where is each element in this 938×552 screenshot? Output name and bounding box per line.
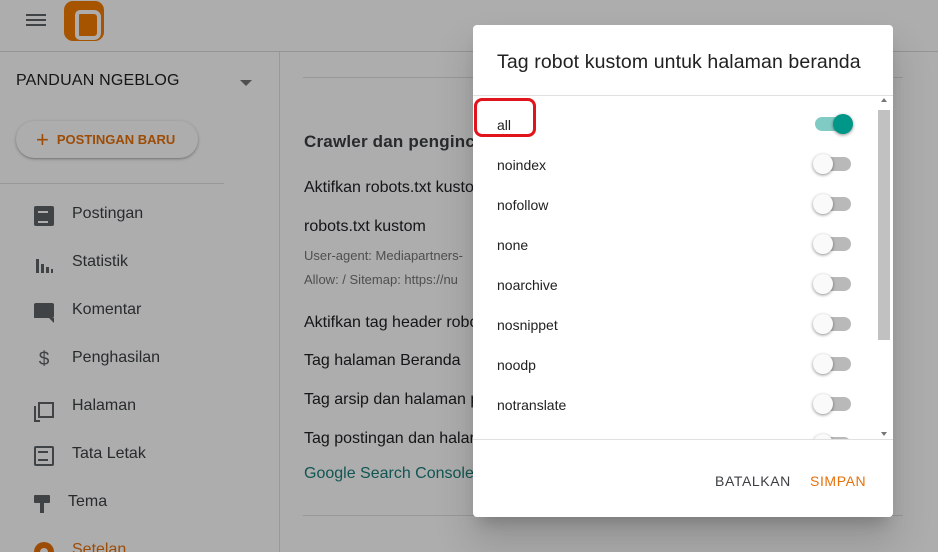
robot-tag-option: none xyxy=(473,223,877,263)
option-label: noarchive xyxy=(497,277,558,293)
option-label: none xyxy=(497,237,529,253)
toggle-switch[interactable] xyxy=(813,394,851,414)
robot-tag-option: nosnippet xyxy=(473,303,877,343)
robot-tag-option: noodp xyxy=(473,343,877,383)
toggle-switch[interactable] xyxy=(813,194,851,214)
toggle-switch[interactable] xyxy=(813,154,851,174)
dialog-scrollbar[interactable] xyxy=(877,95,891,439)
option-label: nofollow xyxy=(497,197,549,213)
option-label: noindex xyxy=(497,157,547,173)
toggle-switch[interactable] xyxy=(813,314,851,334)
option-label: notranslate xyxy=(497,397,567,413)
robot-tags-dialog: Tag robot kustom untuk halaman beranda a… xyxy=(473,25,893,517)
toggle-switch[interactable] xyxy=(813,274,851,294)
robot-tag-list: all noindex nofollow none noarchive nosn… xyxy=(473,95,877,439)
save-button[interactable]: SIMPAN xyxy=(810,473,866,489)
toggle-switch[interactable] xyxy=(813,354,851,374)
option-label: nosnippet xyxy=(497,317,558,333)
scrollbar-thumb[interactable] xyxy=(878,110,890,340)
dialog-actions: BATALKAN SIMPAN xyxy=(473,447,893,517)
highlight-annotation xyxy=(474,98,536,137)
robot-tag-option: nofollow xyxy=(473,183,877,223)
toggle-switch[interactable] xyxy=(813,234,851,254)
scroll-down-arrow-icon[interactable] xyxy=(881,432,887,436)
robot-tag-option: notranslate xyxy=(473,383,877,423)
robot-tag-option: noimageindex xyxy=(473,423,877,439)
option-label: noodp xyxy=(497,357,536,373)
dialog-divider-bottom xyxy=(473,439,893,440)
toggle-switch[interactable] xyxy=(815,114,853,134)
scroll-up-arrow-icon[interactable] xyxy=(881,98,887,102)
dialog-title: Tag robot kustom untuk halaman beranda xyxy=(497,51,861,73)
cancel-button[interactable]: BATALKAN xyxy=(715,473,791,489)
robot-tag-option: noarchive xyxy=(473,263,877,303)
robot-tag-option: noindex xyxy=(473,143,877,183)
